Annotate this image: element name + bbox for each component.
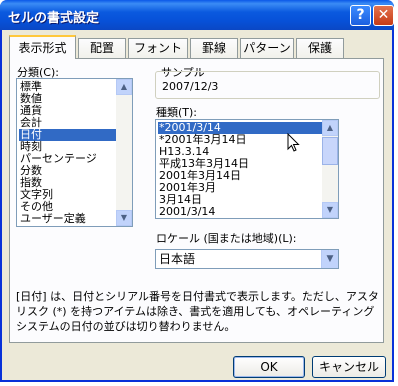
scroll-down-arrow-icon[interactable]: ▼	[322, 202, 338, 218]
title-bar[interactable]: セルの書式設定 ? ✕	[0, 0, 394, 30]
tab-border[interactable]: 罫線	[190, 38, 238, 58]
scroll-down-arrow-icon[interactable]: ▼	[116, 210, 132, 226]
tab-font[interactable]: フォント	[128, 38, 188, 58]
format-description: [日付] は、日付とシリアル番号を日付書式で表示します。ただし、アスタリスク (…	[16, 290, 379, 333]
cancel-button[interactable]: キャンセル	[312, 356, 386, 378]
scroll-thumb[interactable]	[322, 137, 338, 165]
locale-select[interactable]: 日本語 ▼	[155, 249, 339, 269]
scroll-up-arrow-icon[interactable]: ▲	[116, 79, 132, 95]
type-label: 種類(T):	[156, 106, 198, 119]
category-scrollbar[interactable]: ▲ ▼	[116, 79, 132, 226]
type-list[interactable]: *2001/3/14 *2001年3月14日 H13.3.14 平成13年3月1…	[155, 119, 339, 219]
scroll-up-arrow-icon[interactable]: ▲	[322, 120, 338, 136]
tab-alignment[interactable]: 配置	[78, 38, 126, 58]
tab-number[interactable]: 表示形式	[9, 35, 76, 59]
window-title: セルの書式設定	[8, 11, 100, 26]
list-item[interactable]: 2001/3/14	[158, 206, 215, 218]
list-item[interactable]: ユーザー定義	[19, 213, 86, 225]
help-button[interactable]: ?	[350, 5, 371, 26]
locale-label: ロケール (国または地域)(L):	[156, 232, 297, 245]
mouse-pointer-icon	[287, 133, 300, 152]
category-list[interactable]: 標準 数値 通貨 会計 日付 時刻 パーセンテージ 分数 指数 文字列 その他 …	[16, 78, 133, 227]
tab-protection[interactable]: 保護	[296, 38, 344, 58]
ok-button[interactable]: OK	[233, 356, 305, 378]
locale-value: 日本語	[159, 252, 196, 266]
tab-pattern[interactable]: パターン	[240, 38, 294, 58]
sample-value: 2007/12/3	[162, 80, 219, 93]
type-scrollbar[interactable]: ▲ ▼	[322, 120, 338, 218]
chevron-down-icon[interactable]: ▼	[321, 250, 338, 268]
close-button[interactable]: ✕	[373, 5, 394, 26]
